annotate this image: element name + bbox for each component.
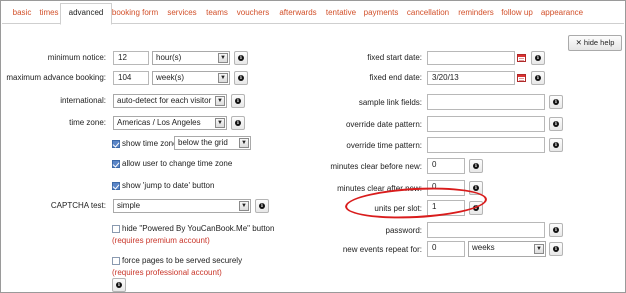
time-zone-position-value: below the grid [178,138,228,147]
info-icon[interactable]: i [469,159,483,173]
show-time-zone-checkbox[interactable] [112,140,120,148]
international-value: auto-detect for each visitor [117,96,212,105]
chevron-down-icon: ▼ [239,201,249,211]
info-icon[interactable]: i [549,117,563,131]
max-advance-input[interactable]: 104 [113,71,149,85]
info-icon[interactable]: i [531,71,545,85]
minimum-notice-input[interactable]: 12 [113,51,149,65]
captcha-select[interactable]: simple ▼ [113,199,251,213]
minimum-notice-unit-select[interactable]: hour(s) ▼ [152,51,230,65]
time-zone-position-select[interactable]: below the grid ▼ [174,136,251,150]
chevron-down-icon: ▼ [218,73,228,83]
minimum-notice-label: minimum notice: [47,53,106,62]
force-secure-label: force pages to be served securely [122,256,243,265]
calendar-icon[interactable] [517,74,526,82]
close-icon: ✕ [575,38,582,47]
tab-booking-form[interactable]: booking form [105,6,165,20]
time-zone-value: Americas / Los Angeles [117,118,201,127]
max-advance-unit-select[interactable]: week(s) ▼ [152,71,230,85]
password-label: password: [385,226,422,235]
premium-account-note: (requires premium account) [112,236,210,245]
fixed-start-label: fixed start date: [367,53,422,62]
minimum-notice-unit-value: hour(s) [156,53,182,62]
tab-appearance[interactable]: appearance [534,6,590,20]
repeat-for-unit-select[interactable]: weeks ▼ [468,241,546,257]
fixed-start-input[interactable] [427,51,515,65]
info-icon[interactable]: i [234,71,248,85]
hide-powered-by-checkbox[interactable] [112,225,120,233]
info-icon[interactable]: i [549,242,563,256]
show-time-zone-label: show time zone [122,139,178,148]
info-icon[interactable]: i [531,51,545,65]
info-icon[interactable]: i [231,94,245,108]
show-jump-checkbox[interactable] [112,182,120,190]
info-icon[interactable]: i [549,138,563,152]
hide-powered-by-label: hide "Powered By YouCanBook.Me" button [122,224,275,233]
info-icon[interactable]: i [549,223,563,237]
show-jump-label: show 'jump to date' button [122,181,215,190]
allow-change-tz-label: allow user to change time zone [122,159,233,168]
password-input[interactable] [427,222,545,238]
chevron-down-icon: ▼ [239,138,249,148]
override-date-input[interactable] [427,116,545,132]
chevron-down-icon: ▼ [215,118,225,128]
time-zone-select[interactable]: Americas / Los Angeles ▼ [113,116,227,130]
sample-link-label: sample link fields: [358,98,422,107]
calendar-icon[interactable] [517,54,526,62]
override-time-input[interactable] [427,137,545,153]
chevron-down-icon: ▼ [534,244,544,254]
info-icon[interactable]: i [231,116,245,130]
info-icon[interactable]: i [112,278,126,292]
repeat-for-unit-value: weeks [472,243,495,252]
info-icon[interactable]: i [549,95,563,109]
tab-vouchers[interactable]: vouchers [229,6,277,20]
international-label: international: [60,96,106,105]
tab-payments[interactable]: payments [357,6,405,20]
international-select[interactable]: auto-detect for each visitor ▼ [113,94,227,108]
hide-help-button[interactable]: ✕ hide help [568,35,622,51]
tab-cancellation[interactable]: cancellation [399,6,457,20]
professional-account-note: (requires professional account) [112,268,222,277]
tab-afterwards[interactable]: afterwards [271,6,325,20]
force-secure-checkbox[interactable] [112,257,120,265]
captcha-value: simple [117,201,141,210]
tab-bar: basic times advanced booking form servic… [2,2,624,25]
sample-link-input[interactable] [427,94,545,110]
settings-window: basic times advanced booking form servic… [0,0,626,293]
info-icon[interactable]: i [255,199,269,213]
override-date-label: override date pattern: [345,120,422,129]
captcha-label: CAPTCHA test: [50,201,106,210]
time-zone-label: time zone: [69,118,106,127]
max-advance-unit-value: week(s) [156,73,185,82]
clear-before-label: minutes clear before new: [330,162,422,171]
max-advance-label: maximum advance booking: [6,73,106,82]
fixed-end-label: fixed end date: [369,73,422,82]
repeat-for-label: new events repeat for: [342,245,422,254]
chevron-down-icon: ▼ [215,96,225,106]
hide-help-label: hide help [583,38,615,47]
chevron-down-icon: ▼ [218,53,228,63]
clear-before-input[interactable]: 0 [427,158,465,174]
info-icon[interactable]: i [234,51,248,65]
allow-change-tz-checkbox[interactable] [112,160,120,168]
repeat-for-input[interactable]: 0 [427,241,465,257]
fixed-end-input[interactable]: 3/20/13 [427,71,515,85]
override-time-label: override time pattern: [346,141,422,150]
